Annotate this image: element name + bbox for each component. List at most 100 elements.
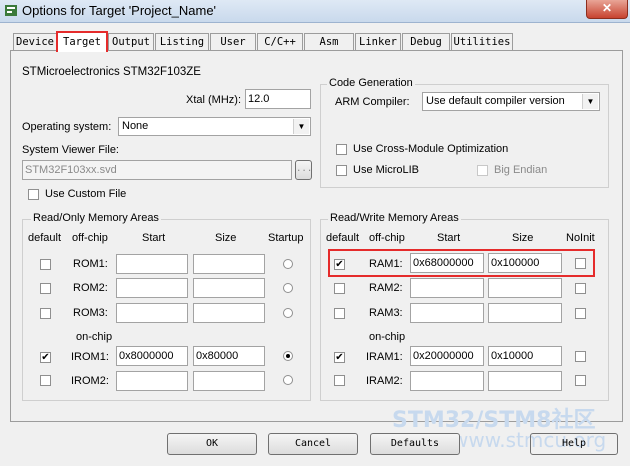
tab-debug[interactable]: Debug xyxy=(402,33,450,50)
chevron-down-icon: ▼ xyxy=(582,94,598,109)
rom1-start-input[interactable] xyxy=(116,254,188,274)
irom2-startup-radio[interactable] xyxy=(283,375,293,385)
irom2-start-input[interactable] xyxy=(116,371,188,391)
ram2-label: RAM2: xyxy=(369,282,403,294)
svf-browse-button: ... xyxy=(295,160,312,180)
rom2-startup-radio[interactable] xyxy=(283,283,293,293)
rom-header-size: Size xyxy=(215,232,237,244)
rom-header-start: Start xyxy=(142,232,166,244)
ram1-size-input[interactable]: 0x100000 xyxy=(488,253,562,273)
os-label: Operating system: xyxy=(22,121,112,133)
rom3-label: ROM3: xyxy=(73,307,108,319)
help-button[interactable]: Help xyxy=(530,433,618,455)
iram2-noinit-checkbox[interactable] xyxy=(575,375,586,386)
ram2-start-input[interactable] xyxy=(410,278,484,298)
ram1-noinit-checkbox[interactable] xyxy=(575,258,586,269)
iram1-noinit-checkbox[interactable] xyxy=(575,351,586,362)
iram1-label: IRAM1: xyxy=(366,351,403,363)
ram1-start-input[interactable]: 0x68000000 xyxy=(410,253,484,273)
ram2-noinit-checkbox[interactable] xyxy=(575,283,586,294)
custom-file-label: Use Custom File xyxy=(45,188,127,200)
big-endian-checkbox xyxy=(477,165,488,176)
irom1-default-checkbox[interactable]: ✔ xyxy=(40,352,51,363)
rom-group-title: Read/Only Memory Areas xyxy=(31,212,161,224)
ram3-label: RAM3: xyxy=(369,307,403,319)
irom1-label: IROM1: xyxy=(71,351,109,363)
tab-utilities[interactable]: Utilities xyxy=(451,33,513,50)
rom1-label: ROM1: xyxy=(73,258,108,270)
rom1-default-checkbox[interactable] xyxy=(40,259,51,270)
iram2-label: IRAM2: xyxy=(366,375,403,387)
ram1-default-checkbox[interactable]: ✔ xyxy=(334,259,345,270)
arm-compiler-value: Use default compiler version xyxy=(426,95,565,107)
custom-file-checkbox[interactable] xyxy=(28,189,39,200)
xtal-input[interactable]: 12.0 xyxy=(245,89,311,109)
ram3-noinit-checkbox[interactable] xyxy=(575,308,586,319)
arm-compiler-select[interactable]: Use default compiler version ▼ xyxy=(422,92,600,111)
iram2-start-input[interactable] xyxy=(410,371,484,391)
cross-module-label: Use Cross-Module Optimization xyxy=(353,143,509,155)
os-value: None xyxy=(122,120,149,132)
ram-group-title: Read/Write Memory Areas xyxy=(328,212,461,224)
ram-header-start: Start xyxy=(437,232,461,244)
ram2-size-input[interactable] xyxy=(488,278,562,298)
code-generation-title: Code Generation xyxy=(327,77,415,89)
irom2-default-checkbox[interactable] xyxy=(40,375,51,386)
tab-listing[interactable]: Listing xyxy=(155,33,209,50)
cancel-button[interactable]: Cancel xyxy=(268,433,358,455)
irom1-start-input[interactable]: 0x8000000 xyxy=(116,346,188,366)
rom-header-startup: Startup xyxy=(268,232,304,244)
app-icon xyxy=(5,5,17,16)
ok-button[interactable]: OK xyxy=(167,433,257,455)
irom1-size-input[interactable]: 0x80000 xyxy=(193,346,265,366)
rom2-start-input[interactable] xyxy=(116,278,188,298)
ram-header-default: default xyxy=(326,232,360,244)
iram2-size-input[interactable] xyxy=(488,371,562,391)
tab-user[interactable]: User xyxy=(210,33,256,50)
rom3-start-input[interactable] xyxy=(116,303,188,323)
xtal-label: Xtal (MHz): xyxy=(186,94,241,106)
rom2-size-input[interactable] xyxy=(193,278,265,298)
iram1-start-input[interactable]: 0x20000000 xyxy=(410,346,484,366)
os-select[interactable]: None ▼ xyxy=(118,117,311,136)
ram3-default-checkbox[interactable] xyxy=(334,308,345,319)
rom3-size-input[interactable] xyxy=(193,303,265,323)
ram3-size-input[interactable] xyxy=(488,303,562,323)
ram3-start-input[interactable] xyxy=(410,303,484,323)
ram-header-offchip: off-chip xyxy=(369,232,405,244)
iram1-default-checkbox[interactable]: ✔ xyxy=(334,352,345,363)
tab-device[interactable]: Device xyxy=(13,33,57,50)
ram1-label: RAM1: xyxy=(369,258,403,270)
tab-asm[interactable]: Asm xyxy=(304,33,354,50)
rom3-default-checkbox[interactable] xyxy=(40,308,51,319)
svf-label: System Viewer File: xyxy=(22,144,119,156)
chevron-down-icon: ▼ xyxy=(293,119,309,134)
rom3-startup-radio[interactable] xyxy=(283,308,293,318)
ram2-default-checkbox[interactable] xyxy=(334,283,345,294)
rom1-size-input[interactable] xyxy=(193,254,265,274)
iram1-size-input[interactable]: 0x10000 xyxy=(488,346,562,366)
irom2-size-input[interactable] xyxy=(193,371,265,391)
tab-linker[interactable]: Linker xyxy=(355,33,401,50)
cross-module-checkbox[interactable] xyxy=(336,144,347,155)
tab-c-cpp[interactable]: C/C++ xyxy=(257,33,303,50)
window-title: Options for Target 'Project_Name' xyxy=(22,3,217,18)
tab-output[interactable]: Output xyxy=(108,33,154,50)
tab-target[interactable]: Target xyxy=(56,31,108,52)
microlib-label: Use MicroLIB xyxy=(353,164,420,176)
irom1-startup-radio[interactable] xyxy=(283,351,293,361)
ram-header-noinit: NoInit xyxy=(566,232,595,244)
ram-header-size: Size xyxy=(512,232,534,244)
defaults-button[interactable]: Defaults xyxy=(370,433,460,455)
svf-input: STM32F103xx.svd xyxy=(22,160,292,180)
device-name: STMicroelectronics STM32F103ZE xyxy=(22,66,201,78)
big-endian-label: Big Endian xyxy=(494,164,548,176)
rom2-label: ROM2: xyxy=(73,282,108,294)
microlib-checkbox[interactable] xyxy=(336,165,347,176)
close-button[interactable]: ✕ xyxy=(586,0,628,19)
rom2-default-checkbox[interactable] xyxy=(40,283,51,294)
iram2-default-checkbox[interactable] xyxy=(334,375,345,386)
irom2-label: IROM2: xyxy=(71,375,109,387)
rom1-startup-radio[interactable] xyxy=(283,259,293,269)
close-icon: ✕ xyxy=(601,1,613,15)
